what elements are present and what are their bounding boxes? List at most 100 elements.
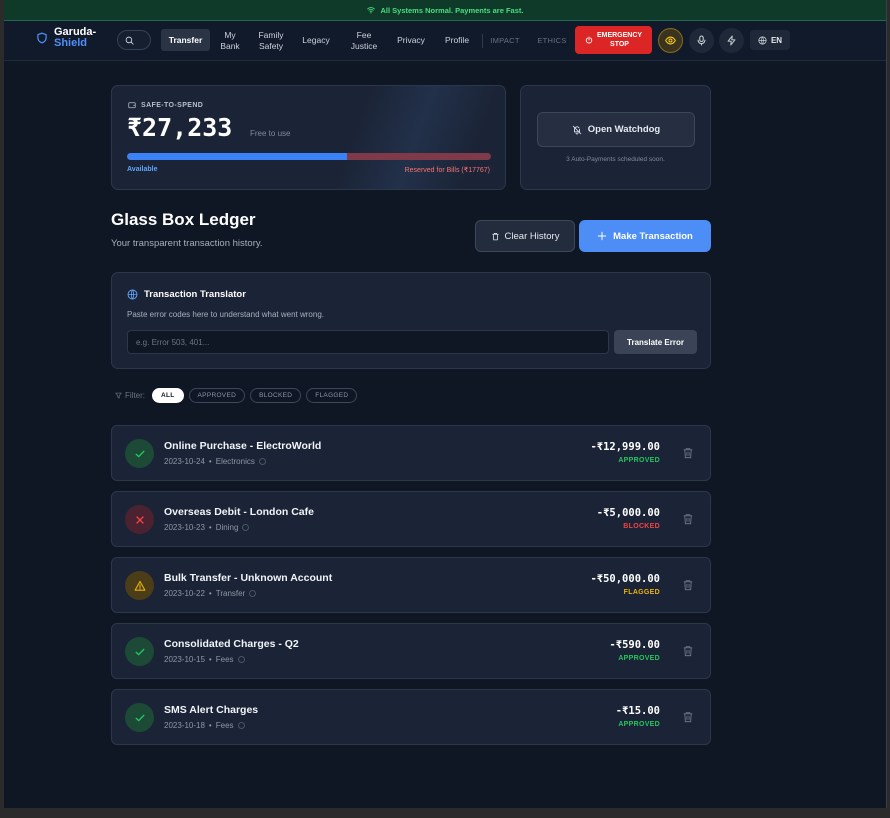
transaction-meta: 2023-10-24 • Electronics bbox=[164, 457, 266, 466]
nav-privacy[interactable]: Privacy bbox=[392, 21, 430, 60]
transaction-status: APPROVED bbox=[618, 655, 660, 662]
clear-history-label: Clear History bbox=[504, 230, 560, 242]
transaction-status: FLAGGED bbox=[623, 589, 660, 596]
nav-family-safety[interactable]: Family Safety bbox=[252, 21, 290, 60]
visibility-toggle-button[interactable] bbox=[658, 28, 683, 53]
info-icon[interactable] bbox=[258, 458, 266, 465]
transaction-meta: 2023-10-23 • Dining bbox=[164, 523, 250, 532]
emergency-stop-label: EMERGENCY STOP bbox=[596, 32, 643, 48]
delete-transaction-icon[interactable] bbox=[683, 645, 693, 657]
delete-transaction-icon[interactable] bbox=[683, 447, 693, 459]
transaction-amount: -₹590.00 bbox=[609, 639, 660, 651]
info-icon[interactable] bbox=[242, 524, 250, 531]
reserved-label: Reserved for Bills (₹17767) bbox=[404, 167, 490, 174]
page-title: Glass Box Ledger bbox=[111, 210, 256, 229]
translator-title: Transaction Translator bbox=[144, 289, 246, 300]
language-button[interactable]: EN bbox=[750, 30, 790, 50]
safe-to-spend-label-text: SAFE-TO-SPEND bbox=[141, 101, 204, 109]
search-button[interactable] bbox=[117, 30, 151, 50]
shield-icon bbox=[37, 32, 47, 44]
brand-name: Garuda- Shield bbox=[54, 27, 96, 49]
emergency-stop-button[interactable]: EMERGENCY STOP bbox=[575, 26, 652, 54]
approved-check-icon bbox=[125, 703, 154, 732]
transaction-row[interactable]: Overseas Debit - London Cafe 2023-10-23 •… bbox=[111, 491, 711, 547]
transaction-row[interactable]: SMS Alert Charges 2023-10-18 • Fees -₹15.… bbox=[111, 689, 711, 745]
safe-to-spend-subtext: Free to use bbox=[250, 129, 291, 138]
open-watchdog-label: Open Watchdog bbox=[587, 124, 661, 135]
nav-transfer[interactable]: Transfer bbox=[161, 29, 210, 51]
quick-actions-button[interactable] bbox=[719, 28, 744, 53]
filter-chip-blocked[interactable]: BLOCKED bbox=[250, 388, 302, 403]
search-icon bbox=[125, 36, 134, 45]
safe-to-spend-card: SAFE-TO-SPEND ₹27,233 Free to use Availa… bbox=[111, 85, 506, 190]
transaction-category: Dining bbox=[215, 523, 239, 532]
nav-my-bank[interactable]: My Bank bbox=[215, 21, 245, 60]
trash-icon bbox=[491, 232, 499, 240]
transaction-row[interactable]: Online Purchase - ElectroWorld 2023-10-2… bbox=[111, 425, 711, 481]
transaction-name: Bulk Transfer - Unknown Account bbox=[164, 572, 333, 584]
lightning-icon bbox=[727, 35, 736, 46]
transaction-category: Transfer bbox=[215, 589, 246, 598]
error-code-input[interactable] bbox=[127, 330, 609, 354]
page-subtitle: Your transparent transaction history. bbox=[111, 238, 263, 249]
transaction-date: 2023-10-24 bbox=[164, 457, 205, 466]
transaction-date: 2023-10-18 bbox=[164, 721, 205, 730]
globe-icon bbox=[758, 35, 767, 45]
delete-transaction-icon[interactable] bbox=[683, 711, 693, 723]
transaction-name: Online Purchase - ElectroWorld bbox=[164, 440, 322, 452]
available-label: Available bbox=[127, 166, 158, 173]
filter-chip-all[interactable]: ALL bbox=[152, 388, 184, 403]
approved-check-icon bbox=[125, 439, 154, 468]
delete-transaction-icon[interactable] bbox=[683, 579, 693, 591]
nav-ethics[interactable]: ETHICS bbox=[533, 21, 571, 60]
warning-triangle-icon bbox=[125, 571, 154, 600]
top-navigation: Garuda- Shield Transfer My Bank Family S… bbox=[4, 21, 886, 61]
delete-transaction-icon[interactable] bbox=[683, 513, 693, 525]
bell-off-icon bbox=[572, 125, 581, 134]
transaction-category: Fees bbox=[215, 721, 234, 730]
info-icon[interactable] bbox=[249, 590, 257, 597]
transaction-list: Online Purchase - ElectroWorld 2023-10-2… bbox=[111, 425, 711, 755]
nav-profile[interactable]: Profile bbox=[439, 21, 475, 60]
transaction-category: Electronics bbox=[215, 457, 255, 466]
transaction-category: Fees bbox=[215, 655, 234, 664]
filter-icon bbox=[115, 392, 122, 399]
transaction-amount: -₹50,000.00 bbox=[590, 573, 660, 585]
make-transaction-button[interactable]: Make Transaction bbox=[579, 220, 711, 252]
nav-fee-justice[interactable]: Fee Justice bbox=[344, 21, 384, 60]
filter-label: Filter: bbox=[115, 391, 145, 400]
transaction-row[interactable]: Consolidated Charges - Q2 2023-10-15 • Fe… bbox=[111, 623, 711, 679]
transaction-amount: -₹15.00 bbox=[615, 705, 660, 717]
nav-legacy[interactable]: Legacy bbox=[298, 21, 334, 60]
spend-progress-bar bbox=[127, 153, 491, 160]
clear-history-button[interactable]: Clear History bbox=[475, 220, 575, 252]
app-window: All Systems Normal. Payments are Fast. G… bbox=[4, 0, 887, 808]
info-icon[interactable] bbox=[237, 656, 245, 663]
voice-button[interactable] bbox=[689, 28, 714, 53]
filter-label-text: Filter: bbox=[125, 391, 145, 400]
translator-heading: Transaction Translator bbox=[127, 289, 246, 300]
microphone-icon bbox=[697, 35, 706, 46]
safe-to-spend-label: SAFE-TO-SPEND bbox=[128, 101, 203, 109]
make-transaction-label: Make Transaction bbox=[613, 230, 693, 242]
transaction-row[interactable]: Bulk Transfer - Unknown Account 2023-10-… bbox=[111, 557, 711, 613]
nav-impact[interactable]: IMPACT bbox=[486, 21, 524, 60]
info-icon[interactable] bbox=[237, 722, 245, 729]
transaction-status: APPROVED bbox=[618, 721, 660, 728]
brand-logo[interactable]: Garuda- Shield bbox=[36, 27, 96, 49]
watchdog-card: Open Watchdog 3 Auto-Payments scheduled … bbox=[520, 85, 711, 190]
open-watchdog-button[interactable]: Open Watchdog bbox=[537, 112, 695, 147]
transaction-date: 2023-10-15 bbox=[164, 655, 205, 664]
filter-chip-flagged[interactable]: FLAGGED bbox=[306, 388, 358, 403]
translate-error-button[interactable]: Translate Error bbox=[614, 330, 697, 354]
wifi-icon bbox=[366, 7, 375, 14]
safe-to-spend-amount: ₹27,233 bbox=[127, 113, 233, 142]
filter-chip-approved[interactable]: APPROVED bbox=[188, 388, 246, 403]
nav-divider bbox=[482, 34, 483, 48]
globe-icon bbox=[127, 289, 138, 300]
transaction-name: Overseas Debit - London Cafe bbox=[164, 506, 314, 518]
system-status-text: All Systems Normal. Payments are Fast. bbox=[380, 5, 524, 15]
transaction-date: 2023-10-23 bbox=[164, 523, 205, 532]
brand-name-line2: Shield bbox=[54, 37, 88, 49]
spend-progress-available bbox=[127, 153, 348, 160]
